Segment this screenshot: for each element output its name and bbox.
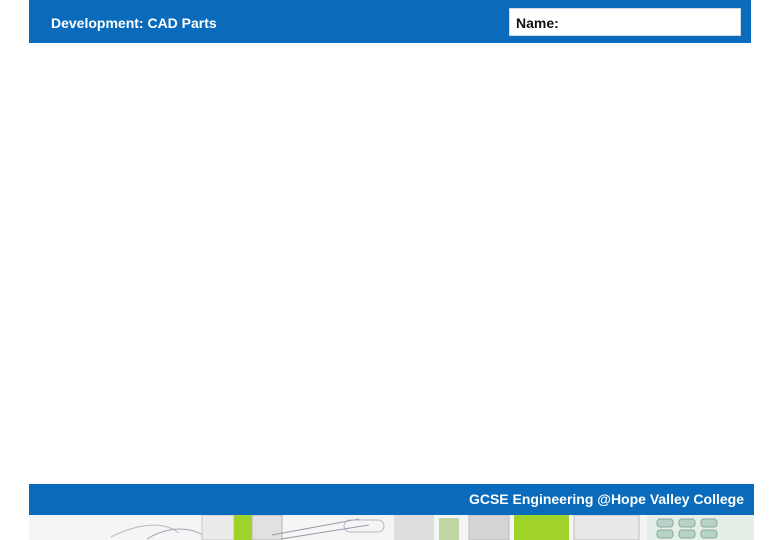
- content-area: [29, 43, 751, 484]
- page-title: Development: CAD Parts: [51, 15, 217, 31]
- header-bar: Development: CAD Parts Name:: [29, 0, 751, 43]
- sketch-drawing-icon: [29, 515, 754, 540]
- footer-bar: GCSE Engineering @Hope Valley College: [29, 484, 754, 515]
- product-sketch-strip-icon: [29, 515, 754, 540]
- name-field[interactable]: Name:: [509, 8, 741, 36]
- name-label: Name:: [516, 15, 559, 31]
- footer-text: GCSE Engineering @Hope Valley College: [468, 491, 744, 507]
